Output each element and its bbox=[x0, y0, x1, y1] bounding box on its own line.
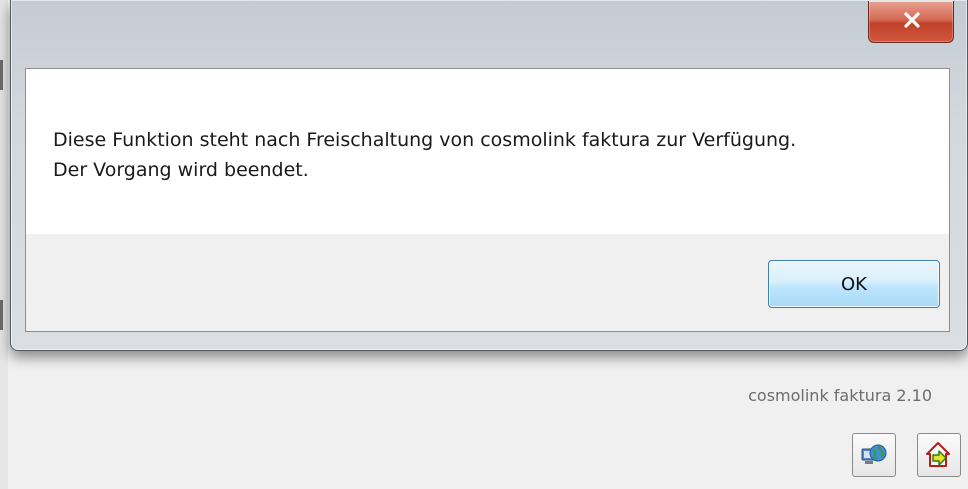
ok-button[interactable]: OK bbox=[768, 260, 940, 308]
network-icon bbox=[861, 444, 887, 464]
background-window-mark bbox=[0, 300, 3, 330]
close-icon bbox=[904, 12, 920, 28]
message-dialog: Diese Funktion steht nach Freischaltung … bbox=[10, 0, 968, 351]
message-line: Der Vorgang wird beendet. bbox=[53, 159, 309, 181]
dialog-titlebar[interactable] bbox=[11, 0, 967, 68]
network-button[interactable] bbox=[852, 433, 896, 477]
exit-icon bbox=[926, 442, 950, 467]
exit-button[interactable] bbox=[917, 433, 961, 477]
close-button[interactable] bbox=[868, 1, 954, 43]
background-window-edge bbox=[0, 0, 8, 489]
app-version-label: cosmolink faktura 2.10 bbox=[748, 386, 932, 405]
message-line: Diese Funktion steht nach Freischaltung … bbox=[53, 129, 797, 151]
dialog-content: Diese Funktion steht nach Freischaltung … bbox=[25, 68, 950, 332]
background-window-mark bbox=[0, 60, 3, 90]
dialog-button-area: OK bbox=[26, 234, 949, 331]
dialog-message: Diese Funktion steht nach Freischaltung … bbox=[53, 125, 796, 185]
